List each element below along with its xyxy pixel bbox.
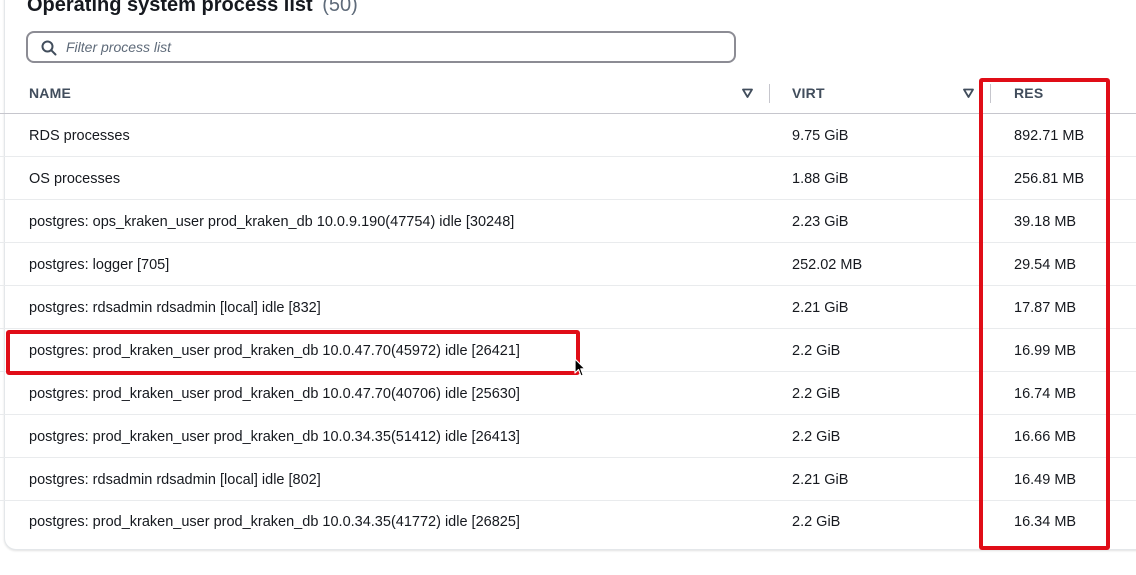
table-header: NAME VIRT RES <box>0 72 1136 114</box>
virt-value: 2.2 GiB <box>792 343 841 359</box>
res-value: 17.87 MB <box>1014 300 1077 316</box>
virt-value: 2.2 GiB <box>792 514 841 530</box>
process-name: postgres: prod_kraken_user prod_kraken_d… <box>29 343 520 359</box>
res-value: 16.99 MB <box>1014 343 1077 359</box>
search-icon <box>41 40 57 56</box>
process-name: postgres: rdsadmin rdsadmin [local] idle… <box>29 300 321 316</box>
filter-box[interactable] <box>26 31 736 63</box>
column-resize-handle[interactable] <box>990 84 991 103</box>
virt-value: 2.21 GiB <box>792 472 849 488</box>
process-count: (50) <box>322 0 358 16</box>
virt-value: 2.21 GiB <box>792 300 849 316</box>
process-name: postgres: prod_kraken_user prod_kraken_d… <box>29 386 520 402</box>
virt-value: 1.88 GiB <box>792 171 849 187</box>
process-name: RDS processes <box>29 128 130 144</box>
virt-value: 9.75 GiB <box>792 128 849 144</box>
res-value: 16.34 MB <box>1014 514 1077 530</box>
table-row: postgres: rdsadmin rdsadmin [local] idle… <box>0 458 1136 501</box>
virt-value: 2.2 GiB <box>792 429 841 445</box>
filter-input[interactable] <box>66 36 726 58</box>
virt-value: 2.2 GiB <box>792 386 841 402</box>
process-list-page: Operating system process list (50) NAME … <box>0 0 1136 575</box>
res-value: 16.49 MB <box>1014 472 1077 488</box>
page-title: Operating system process list (50) <box>27 0 358 17</box>
process-name: postgres: rdsadmin rdsadmin [local] idle… <box>29 472 321 488</box>
mouse-pointer-icon <box>574 358 586 377</box>
table-row: OS processes 1.88 GiB 256.81 MB <box>0 157 1136 200</box>
title-text: Operating system process list <box>27 0 313 16</box>
column-resize-handle[interactable] <box>769 84 770 103</box>
process-name: postgres: prod_kraken_user prod_kraken_d… <box>29 429 520 445</box>
sort-triangle-icon[interactable] <box>742 88 753 98</box>
table-row: postgres: prod_kraken_user prod_kraken_d… <box>0 372 1136 415</box>
res-value: 892.71 MB <box>1014 128 1085 144</box>
virt-value: 2.23 GiB <box>792 214 849 230</box>
res-value: 39.18 MB <box>1014 214 1077 230</box>
table-row: postgres: rdsadmin rdsadmin [local] idle… <box>0 286 1136 329</box>
column-header-virt[interactable]: VIRT <box>792 72 825 113</box>
table-row: postgres: prod_kraken_user prod_kraken_d… <box>0 329 1136 372</box>
table-row: postgres: prod_kraken_user prod_kraken_d… <box>0 415 1136 458</box>
process-name: postgres: ops_kraken_user prod_kraken_db… <box>29 214 515 230</box>
table-row: postgres: ops_kraken_user prod_kraken_db… <box>0 200 1136 243</box>
process-name: OS processes <box>29 171 121 187</box>
table-row: postgres: logger [705] 252.02 MB 29.54 M… <box>0 243 1136 286</box>
res-value: 256.81 MB <box>1014 171 1085 187</box>
sort-triangle-icon[interactable] <box>963 88 974 98</box>
column-header-res[interactable]: RES <box>1014 72 1043 113</box>
res-value: 29.54 MB <box>1014 257 1077 273</box>
table-row: postgres: prod_kraken_user prod_kraken_d… <box>0 500 1136 543</box>
table-row: RDS processes 9.75 GiB 892.71 MB <box>0 114 1136 157</box>
column-header-name[interactable]: NAME <box>29 72 71 113</box>
res-value: 16.66 MB <box>1014 429 1077 445</box>
virt-value: 252.02 MB <box>792 257 863 273</box>
res-value: 16.74 MB <box>1014 386 1077 402</box>
process-name: postgres: logger [705] <box>29 257 170 273</box>
process-name: postgres: prod_kraken_user prod_kraken_d… <box>29 514 520 530</box>
